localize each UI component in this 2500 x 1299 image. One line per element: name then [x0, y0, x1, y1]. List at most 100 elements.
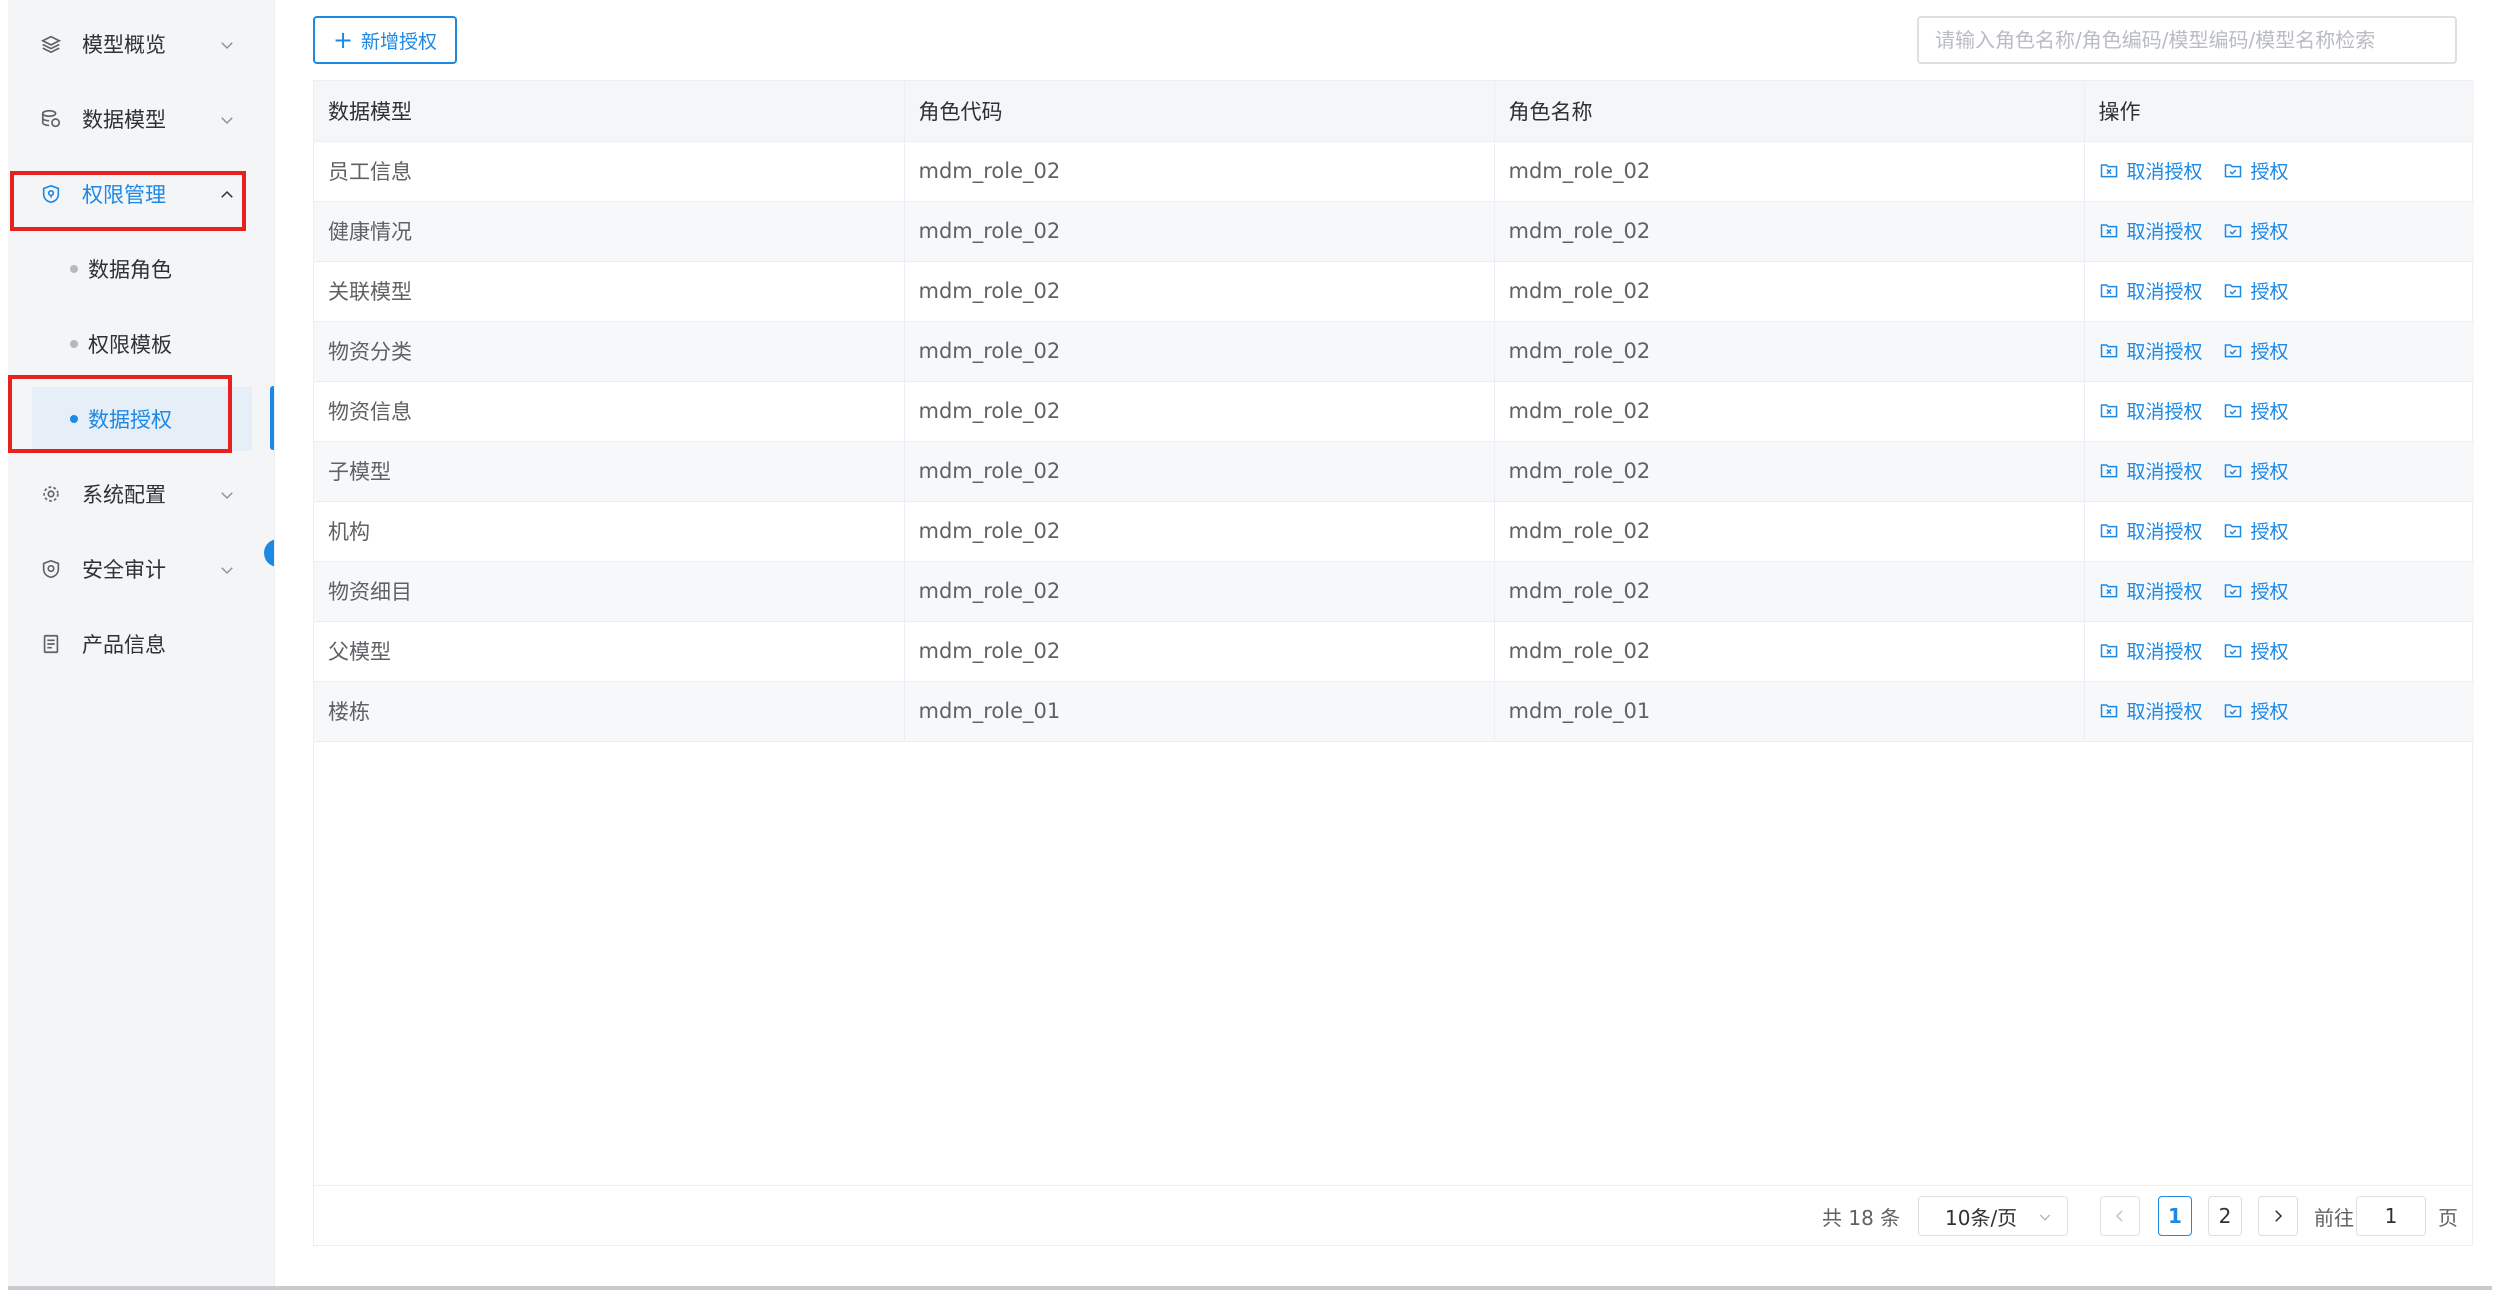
grant-authorization-button[interactable]: 授权 — [2223, 637, 2289, 664]
cell-actions: 取消授权 授权 — [2084, 501, 2474, 562]
cell-role-code: mdm_role_02 — [904, 201, 1495, 262]
chevron-down-icon — [218, 560, 236, 578]
folder-check-icon — [2223, 520, 2251, 540]
chevron-right-icon — [2275, 1210, 2283, 1222]
highlight-box-data-authorization — [8, 375, 232, 453]
cell-data-model: 楼栋 — [314, 681, 905, 742]
cell-role-name: mdm_role_02 — [1494, 441, 2085, 502]
goto-unit: 页 — [2438, 1206, 2458, 1230]
revoke-label: 取消授权 — [2126, 340, 2203, 363]
sidebar-item-data-model[interactable]: 数据模型 — [8, 82, 248, 156]
folder-check-icon — [2223, 700, 2251, 720]
grant-label: 授权 — [2250, 460, 2289, 483]
grant-authorization-button[interactable]: 授权 — [2223, 577, 2289, 604]
revoke-label: 取消授权 — [2126, 640, 2203, 663]
revoke-authorization-button[interactable]: 取消授权 — [2099, 517, 2203, 544]
revoke-authorization-button[interactable]: 取消授权 — [2099, 277, 2203, 304]
folder-check-icon — [2223, 580, 2251, 600]
cell-role-code: mdm_role_01 — [904, 681, 1495, 742]
cell-data-model: 关联模型 — [314, 261, 905, 322]
grant-label: 授权 — [2250, 280, 2289, 303]
table-row: 员工信息 mdm_role_02 mdm_role_02 取消授权 授权 — [314, 141, 2474, 202]
goto-label: 前往 — [2314, 1206, 2354, 1230]
sidebar-item-model-overview[interactable]: 模型概览 — [8, 7, 248, 81]
table-row: 物资细目 mdm_role_02 mdm_role_02 取消授权 授权 — [314, 561, 2474, 622]
folder-check-icon — [2223, 400, 2251, 420]
cell-role-code: mdm_role_02 — [904, 261, 1495, 322]
revoke-authorization-button[interactable]: 取消授权 — [2099, 217, 2203, 244]
column-header-data-model: 数据模型 — [314, 81, 905, 142]
cell-data-model: 机构 — [314, 501, 905, 562]
page-button-1[interactable]: 1 — [2158, 1196, 2192, 1236]
revoke-authorization-button[interactable]: 取消授权 — [2099, 457, 2203, 484]
page-button-2[interactable]: 2 — [2208, 1196, 2242, 1236]
grant-authorization-button[interactable]: 授权 — [2223, 217, 2289, 244]
cell-data-model: 物资分类 — [314, 321, 905, 382]
sidebar-item-product-info[interactable]: 产品信息 — [8, 607, 248, 681]
revoke-label: 取消授权 — [2126, 460, 2203, 483]
grant-authorization-button[interactable]: 授权 — [2223, 397, 2289, 424]
next-page-button[interactable] — [2258, 1196, 2298, 1236]
grant-authorization-button[interactable]: 授权 — [2223, 157, 2289, 184]
cell-data-model: 员工信息 — [314, 141, 905, 202]
table-row: 关联模型 mdm_role_02 mdm_role_02 取消授权 授权 — [314, 261, 2474, 322]
sidebar-item-security-audit[interactable]: 安全审计 — [8, 532, 248, 606]
sidebar-item-label: 模型概览 — [82, 33, 166, 57]
grant-authorization-button[interactable]: 授权 — [2223, 697, 2289, 724]
cell-data-model: 子模型 — [314, 441, 905, 502]
chevron-left-icon — [2115, 1210, 2123, 1222]
prev-page-button[interactable] — [2100, 1196, 2140, 1236]
column-header-actions: 操作 — [2084, 81, 2474, 142]
cell-actions: 取消授权 授权 — [2084, 141, 2474, 202]
cell-data-model: 父模型 — [314, 621, 905, 682]
authorization-table: 数据模型 角色代码 角色名称 操作 员工信息 mdm_role_02 mdm_rol… — [313, 80, 2474, 1246]
revoke-authorization-button[interactable]: 取消授权 — [2099, 157, 2203, 184]
sidebar-item-system-config[interactable]: 系统配置 — [8, 457, 248, 531]
revoke-label: 取消授权 — [2126, 580, 2203, 603]
grant-authorization-button[interactable]: 授权 — [2223, 337, 2289, 364]
revoke-label: 取消授权 — [2126, 520, 2203, 543]
folder-x-icon — [2099, 700, 2127, 720]
chevron-down-icon — [218, 485, 236, 503]
revoke-authorization-button[interactable]: 取消授权 — [2099, 397, 2203, 424]
cell-data-model: 物资信息 — [314, 381, 905, 442]
grant-label: 授权 — [2250, 220, 2289, 243]
page-size-value: 10条/页 — [1945, 1205, 2018, 1230]
cell-actions: 取消授权 授权 — [2084, 681, 2474, 742]
page-size-select[interactable]: 10条/页 — [1918, 1196, 2068, 1236]
grant-authorization-button[interactable]: 授权 — [2223, 517, 2289, 544]
folder-x-icon — [2099, 160, 2127, 180]
grant-label: 授权 — [2250, 400, 2289, 423]
grant-label: 授权 — [2250, 580, 2289, 603]
cell-actions: 取消授权 授权 — [2084, 201, 2474, 262]
folder-x-icon — [2099, 460, 2127, 480]
revoke-authorization-button[interactable]: 取消授权 — [2099, 337, 2203, 364]
plus-icon: + — [332, 26, 354, 54]
revoke-authorization-button[interactable]: 取消授权 — [2099, 577, 2203, 604]
add-authorization-button[interactable]: + 新增授权 — [313, 16, 457, 64]
chevron-down-icon — [218, 35, 236, 53]
add-authorization-label: 新增授权 — [361, 30, 438, 53]
revoke-authorization-button[interactable]: 取消授权 — [2099, 697, 2203, 724]
submenu-item-label: 数据角色 — [88, 258, 172, 282]
submenu-item-permission-template[interactable]: 权限模板 — [32, 312, 252, 376]
grant-authorization-button[interactable]: 授权 — [2223, 457, 2289, 484]
cell-role-name: mdm_role_02 — [1494, 621, 2085, 682]
cell-role-code: mdm_role_02 — [904, 381, 1495, 442]
search-input[interactable] — [1917, 16, 2457, 64]
layers-icon — [38, 31, 64, 57]
cell-role-code: mdm_role_02 — [904, 441, 1495, 502]
table-row: 楼栋 mdm_role_01 mdm_role_01 取消授权 授权 — [314, 681, 2474, 742]
revoke-label: 取消授权 — [2126, 220, 2203, 243]
column-header-role-name: 角色名称 — [1494, 81, 2085, 142]
table-row: 物资信息 mdm_role_02 mdm_role_02 取消授权 授权 — [314, 381, 2474, 442]
table-row: 健康情况 mdm_role_02 mdm_role_02 取消授权 授权 — [314, 201, 2474, 262]
table-row: 机构 mdm_role_02 mdm_role_02 取消授权 授权 — [314, 501, 2474, 562]
grant-authorization-button[interactable]: 授权 — [2223, 277, 2289, 304]
goto-page-input[interactable] — [2356, 1196, 2426, 1236]
revoke-authorization-button[interactable]: 取消授权 — [2099, 637, 2203, 664]
folder-x-icon — [2099, 580, 2127, 600]
cell-role-code: mdm_role_02 — [904, 621, 1495, 682]
bullet-dot-icon — [70, 265, 78, 273]
submenu-item-data-role[interactable]: 数据角色 — [32, 237, 252, 301]
